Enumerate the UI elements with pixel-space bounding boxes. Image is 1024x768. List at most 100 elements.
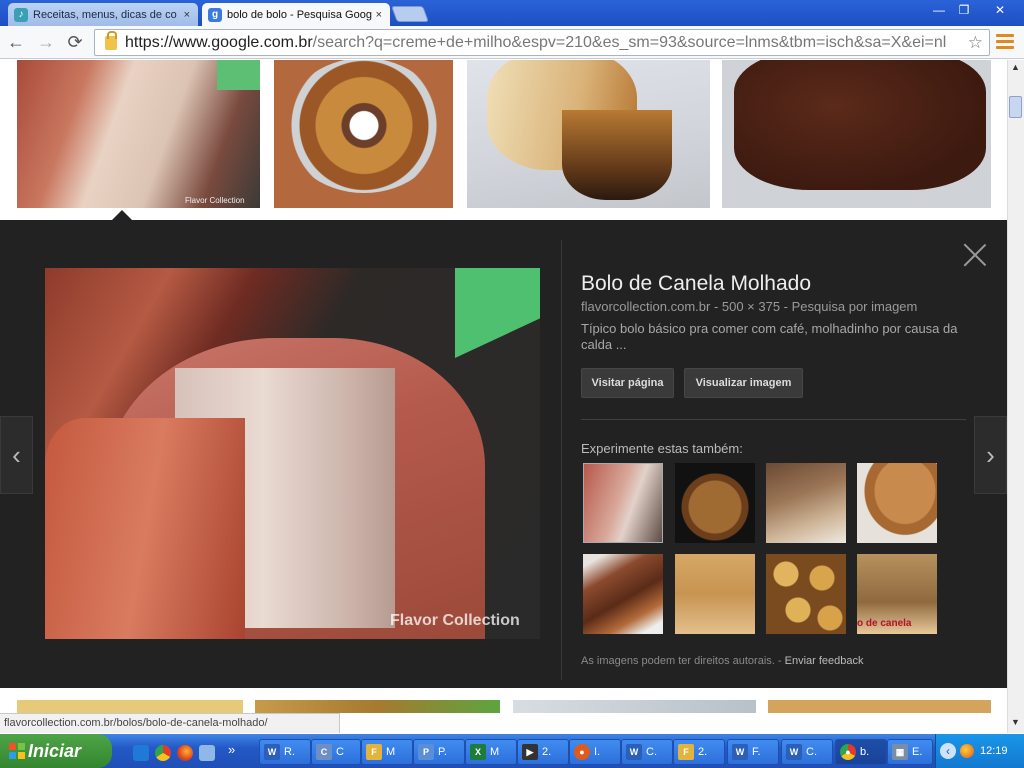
app-icon: ▦ — [892, 744, 908, 760]
taskbar-label: E. — [912, 746, 923, 758]
more-quicklaunch-icon[interactable]: » — [228, 742, 235, 757]
site-favicon-icon: ♪ — [14, 7, 28, 22]
related-image[interactable] — [583, 554, 663, 634]
lock-icon — [105, 30, 117, 50]
start-label: Iniciar — [28, 740, 82, 761]
taskbar-button[interactable]: P P. — [413, 739, 465, 765]
taskbar-label: C. — [646, 746, 657, 758]
visit-page-button[interactable]: Visitar página — [581, 368, 674, 398]
scroll-down-icon[interactable]: ▼ — [1009, 717, 1022, 731]
taskbar-label: b. — [860, 746, 870, 758]
folder-icon: F — [366, 744, 382, 760]
next-image-button[interactable]: › — [974, 416, 1007, 494]
copyright-notice: As imagens podem ter direitos autorais. … — [581, 655, 864, 667]
image-caption-text: o de canela — [857, 618, 912, 629]
related-image[interactable] — [675, 554, 755, 634]
tab-close-icon[interactable]: × — [376, 9, 382, 21]
taskbar-button-chrome[interactable]: ● b. — [835, 739, 887, 765]
send-feedback-link[interactable]: Enviar feedback — [785, 655, 864, 667]
forward-button[interactable]: → — [34, 30, 58, 54]
close-window-button[interactable]: ✕ — [984, 2, 1016, 18]
taskbar-label: M — [386, 746, 396, 758]
reload-button[interactable]: ⟳ — [63, 30, 87, 54]
taskbar-button[interactable]: W C. — [781, 739, 833, 765]
related-images-title: Experimente estas também: — [581, 441, 743, 456]
taskbar-button[interactable]: W R. — [259, 739, 311, 765]
tray-app-icon[interactable] — [960, 744, 974, 758]
tab-receitas[interactable]: ♪ Receitas, menus, dicas de co × — [8, 3, 198, 26]
result-thumbnail[interactable] — [467, 60, 710, 208]
minimize-button[interactable]: — — [928, 2, 950, 18]
show-desktop-icon[interactable] — [199, 745, 215, 761]
result-thumbnail[interactable] — [274, 60, 453, 208]
close-icon[interactable] — [962, 242, 988, 268]
result-thumbnail[interactable] — [17, 700, 243, 713]
result-thumbnail[interactable] — [768, 700, 991, 713]
watermark-text: Flavor Collection — [185, 196, 245, 205]
clock: 12:19 — [980, 745, 1008, 757]
paint-icon: P — [418, 744, 434, 760]
taskbar-label: M — [490, 746, 500, 758]
internet-explorer-icon[interactable] — [133, 745, 149, 761]
panel-divider — [561, 240, 562, 680]
taskbar-label: C. — [806, 746, 817, 758]
result-thumbnail[interactable]: Flavor Collection — [17, 60, 260, 208]
tab-close-icon[interactable]: × — [184, 9, 190, 21]
menu-icon[interactable] — [996, 34, 1014, 50]
word-icon: W — [732, 744, 748, 760]
folder-icon: F — [678, 744, 694, 760]
bookmark-star-icon[interactable]: ☆ — [968, 33, 983, 53]
previous-image-button[interactable]: ‹ — [0, 416, 33, 494]
related-image[interactable] — [675, 463, 755, 543]
new-tab-button[interactable] — [391, 6, 429, 22]
back-button[interactable]: ← — [4, 30, 28, 54]
related-image[interactable] — [766, 554, 846, 634]
excel-icon: X — [470, 744, 486, 760]
taskbar-button[interactable]: ▦ E. — [887, 739, 933, 765]
scrollbar-thumb[interactable] — [1009, 96, 1022, 118]
taskbar-label: P. — [438, 746, 447, 758]
related-image[interactable]: o de canela — [857, 554, 937, 634]
tab-google-search[interactable]: g bolo de bolo - Pesquisa Goog × — [202, 3, 390, 26]
app-icon: C — [316, 744, 332, 760]
related-image[interactable] — [583, 463, 663, 543]
related-image[interactable] — [857, 463, 937, 543]
scroll-up-icon[interactable]: ▲ — [1009, 62, 1022, 76]
taskbar-label: R. — [284, 746, 295, 758]
firefox-icon: ● — [574, 744, 590, 760]
chrome-icon[interactable] — [155, 745, 171, 761]
preview-meta: flavorcollection.com.br - 500 × 375 - Pe… — [581, 299, 918, 314]
status-bar-url: flavorcollection.com.br/bolos/bolo-de-ca… — [0, 713, 340, 733]
firefox-icon[interactable] — [177, 745, 193, 761]
preview-description: Típico bolo básico pra comer com café, m… — [581, 321, 958, 352]
maximize-button[interactable]: ❐ — [953, 2, 975, 18]
tab-label: bolo de bolo - Pesquisa Goog — [227, 8, 372, 21]
taskbar-button[interactable]: ● I. — [569, 739, 621, 765]
result-thumbnail[interactable] — [722, 60, 991, 208]
taskbar-button[interactable]: FM — [361, 739, 413, 765]
taskbar-button[interactable]: ▶ 2. — [517, 739, 569, 765]
taskbar-label: 2. — [542, 746, 552, 758]
browser-toolbar: ← → ⟳ https://www.google.com.br /search?… — [0, 26, 1024, 59]
taskbar-button[interactable]: W C. — [621, 739, 673, 765]
taskbar-button[interactable]: F 2. — [673, 739, 725, 765]
result-thumbnail[interactable] — [513, 700, 756, 713]
address-bar[interactable]: https://www.google.com.br /search?q=crem… — [94, 29, 990, 56]
taskbar-label: 2. — [698, 746, 708, 758]
view-image-button[interactable]: Visualizar imagem — [684, 368, 803, 398]
preview-image[interactable]: Flavor Collection — [45, 268, 540, 639]
result-thumbnail[interactable] — [255, 700, 500, 713]
taskbar-button[interactable]: XM — [465, 739, 517, 765]
divider — [581, 419, 966, 420]
taskbar-label: F. — [752, 746, 761, 758]
taskbar-label: C — [336, 746, 344, 758]
taskbar-button[interactable]: CC — [311, 739, 361, 765]
copyright-text: As imagens podem ter direitos autorais. — [581, 655, 775, 667]
tab-label: Receitas, menus, dicas de co — [33, 8, 177, 21]
taskbar-button[interactable]: W F. — [727, 739, 779, 765]
url-path: /search?q=creme+de+milho&espv=210&es_sm=… — [312, 33, 947, 51]
tray-expand-icon[interactable]: ‹ — [940, 743, 956, 759]
vertical-scrollbar[interactable] — [1007, 60, 1024, 733]
related-image[interactable] — [766, 463, 846, 543]
media-player-icon: ▶ — [522, 744, 538, 760]
